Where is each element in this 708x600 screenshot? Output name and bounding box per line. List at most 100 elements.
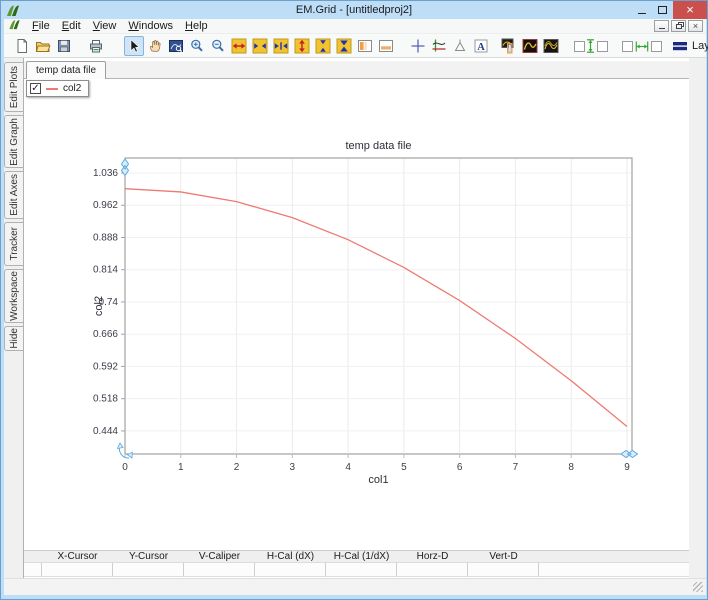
readout-value	[468, 563, 539, 577]
save-button[interactable]	[54, 36, 74, 56]
tracker-button[interactable]	[429, 36, 449, 56]
measurement-readout: X-Cursor Y-Cursor V-Caliper H-Cal (dX) H…	[24, 550, 689, 577]
y-axis-label: col2	[93, 296, 105, 316]
readout-values-row	[24, 563, 689, 577]
svg-text:6: 6	[457, 462, 463, 473]
svg-text:0.444: 0.444	[93, 426, 118, 437]
split-horizontal-button[interactable]	[376, 36, 396, 56]
readout-header-row: X-Cursor Y-Cursor V-Caliper H-Cal (dX) H…	[24, 550, 689, 563]
titlebar[interactable]: EM.Grid - [untitledproj2] ×	[1, 1, 707, 19]
maximize-button[interactable]	[652, 1, 673, 19]
svg-text:0: 0	[122, 462, 128, 473]
side-tab-strip: Edit Plots Edit Graph Edit Axes Tracker …	[4, 62, 23, 351]
svg-text:0.962: 0.962	[93, 200, 118, 211]
svg-text:0.814: 0.814	[93, 265, 118, 276]
close-button[interactable]: ×	[673, 1, 707, 19]
fit-y-button[interactable]	[334, 36, 354, 56]
data-reader-button[interactable]	[499, 36, 519, 56]
zoom-in-button[interactable]	[187, 36, 207, 56]
svg-text:2: 2	[234, 462, 240, 473]
svg-text:1.036: 1.036	[93, 168, 118, 179]
svg-text:8: 8	[568, 462, 574, 473]
document-icon	[8, 19, 21, 33]
readout-col-vert-d: Vert-D	[468, 551, 539, 562]
legend-label: col2	[63, 83, 81, 94]
zoom-out-button[interactable]	[208, 36, 228, 56]
zoom-window-button[interactable]	[166, 36, 186, 56]
expand-y-button[interactable]	[292, 36, 312, 56]
svg-text:7: 7	[513, 462, 519, 473]
readout-col-y-cursor: Y-Cursor	[113, 551, 184, 562]
menubar: File Edit View Windows Help ×	[4, 19, 706, 34]
svg-text:5: 5	[401, 462, 407, 473]
layout-menu-button[interactable]: Layout	[672, 38, 708, 54]
menu-windows[interactable]: Windows	[122, 19, 179, 33]
new-document-button[interactable]	[12, 36, 32, 56]
readout-value	[184, 563, 255, 577]
sidebar-tab-tracker[interactable]: Tracker	[4, 222, 23, 266]
svg-text:9: 9	[624, 462, 630, 473]
layout-menu-label: Layout	[692, 40, 708, 52]
expand-x-button[interactable]	[229, 36, 249, 56]
svg-text:A: A	[477, 41, 485, 52]
mdi-restore-button[interactable]	[671, 20, 686, 32]
pointer-tool-button[interactable]	[124, 36, 144, 56]
chart-title: temp data file	[345, 140, 411, 152]
readout-col-h-cal-dx: H-Cal (dX)	[255, 551, 326, 562]
svg-text:3: 3	[290, 462, 296, 473]
readout-value	[113, 563, 184, 577]
readout-col-horz-d: Horz-D	[397, 551, 468, 562]
window-title: EM.Grid - [untitledproj2]	[1, 1, 707, 19]
sidebar-tab-edit-graph[interactable]: Edit Graph	[4, 115, 23, 168]
workspace: Edit Plots Edit Graph Edit Axes Tracker …	[4, 58, 706, 578]
layout-icon	[672, 38, 688, 54]
svg-text:1: 1	[178, 462, 184, 473]
horizontal-distance-button[interactable]	[621, 36, 663, 56]
readout-value	[255, 563, 326, 577]
menu-edit[interactable]: Edit	[56, 19, 87, 33]
readout-col-h-cal-1dx: H-Cal (1/dX)	[326, 551, 397, 562]
legend-checkbox[interactable]: ✓	[30, 83, 41, 94]
svg-text:0.888: 0.888	[93, 232, 118, 243]
multi-plot-window-button[interactable]	[541, 36, 561, 56]
readout-value	[42, 563, 113, 577]
plot-legend: ✓ col2	[26, 80, 89, 97]
readout-value	[397, 563, 468, 577]
readout-col-v-caliper: V-Caliper	[184, 551, 255, 562]
sidebar-tab-edit-axes[interactable]: Edit Axes	[4, 171, 23, 219]
svg-text:0.666: 0.666	[93, 329, 118, 340]
vertical-distance-button[interactable]	[573, 36, 609, 56]
app-window: EM.Grid - [untitledproj2] × File Edit Vi…	[0, 0, 708, 600]
text-label-button[interactable]: A	[471, 36, 491, 56]
toolbar: A Layout	[4, 34, 706, 58]
svg-text:0.518: 0.518	[93, 394, 118, 405]
compress-y-button[interactable]	[313, 36, 333, 56]
mdi-minimize-button[interactable]	[654, 20, 669, 32]
menu-file[interactable]: File	[26, 19, 56, 33]
split-vertical-button[interactable]	[355, 36, 375, 56]
menu-view[interactable]: View	[87, 19, 123, 33]
open-file-button[interactable]	[33, 36, 53, 56]
caliper-button[interactable]	[450, 36, 470, 56]
chart-canvas[interactable]: 01234567890.4440.5180.5920.6660.740.8140…	[24, 58, 690, 548]
mdi-close-button[interactable]: ×	[688, 20, 703, 32]
legend-line-sample	[46, 88, 58, 90]
resize-grip[interactable]	[693, 582, 703, 592]
crosshair-button[interactable]	[408, 36, 428, 56]
sidebar-tab-workspace[interactable]: Workspace	[4, 269, 23, 323]
sidebar-tab-edit-plots[interactable]: Edit Plots	[4, 62, 23, 112]
x-axis-label: col1	[368, 474, 388, 486]
plot-window-button[interactable]	[520, 36, 540, 56]
print-button[interactable]	[86, 36, 106, 56]
compress-x-button[interactable]	[250, 36, 270, 56]
svg-text:0.592: 0.592	[93, 361, 118, 372]
menu-help[interactable]: Help	[179, 19, 214, 33]
statusbar	[4, 578, 706, 595]
readout-value	[326, 563, 397, 577]
svg-text:4: 4	[345, 462, 351, 473]
minimize-button[interactable]	[631, 1, 652, 19]
sidebar-tab-hide[interactable]: Hide	[4, 326, 23, 351]
document-area: temp data file ✓ col2 0 1 2 3 4 5 6 7 8 9 0.444 0.5…	[23, 58, 689, 578]
fit-x-button[interactable]	[271, 36, 291, 56]
pan-tool-button[interactable]	[145, 36, 165, 56]
